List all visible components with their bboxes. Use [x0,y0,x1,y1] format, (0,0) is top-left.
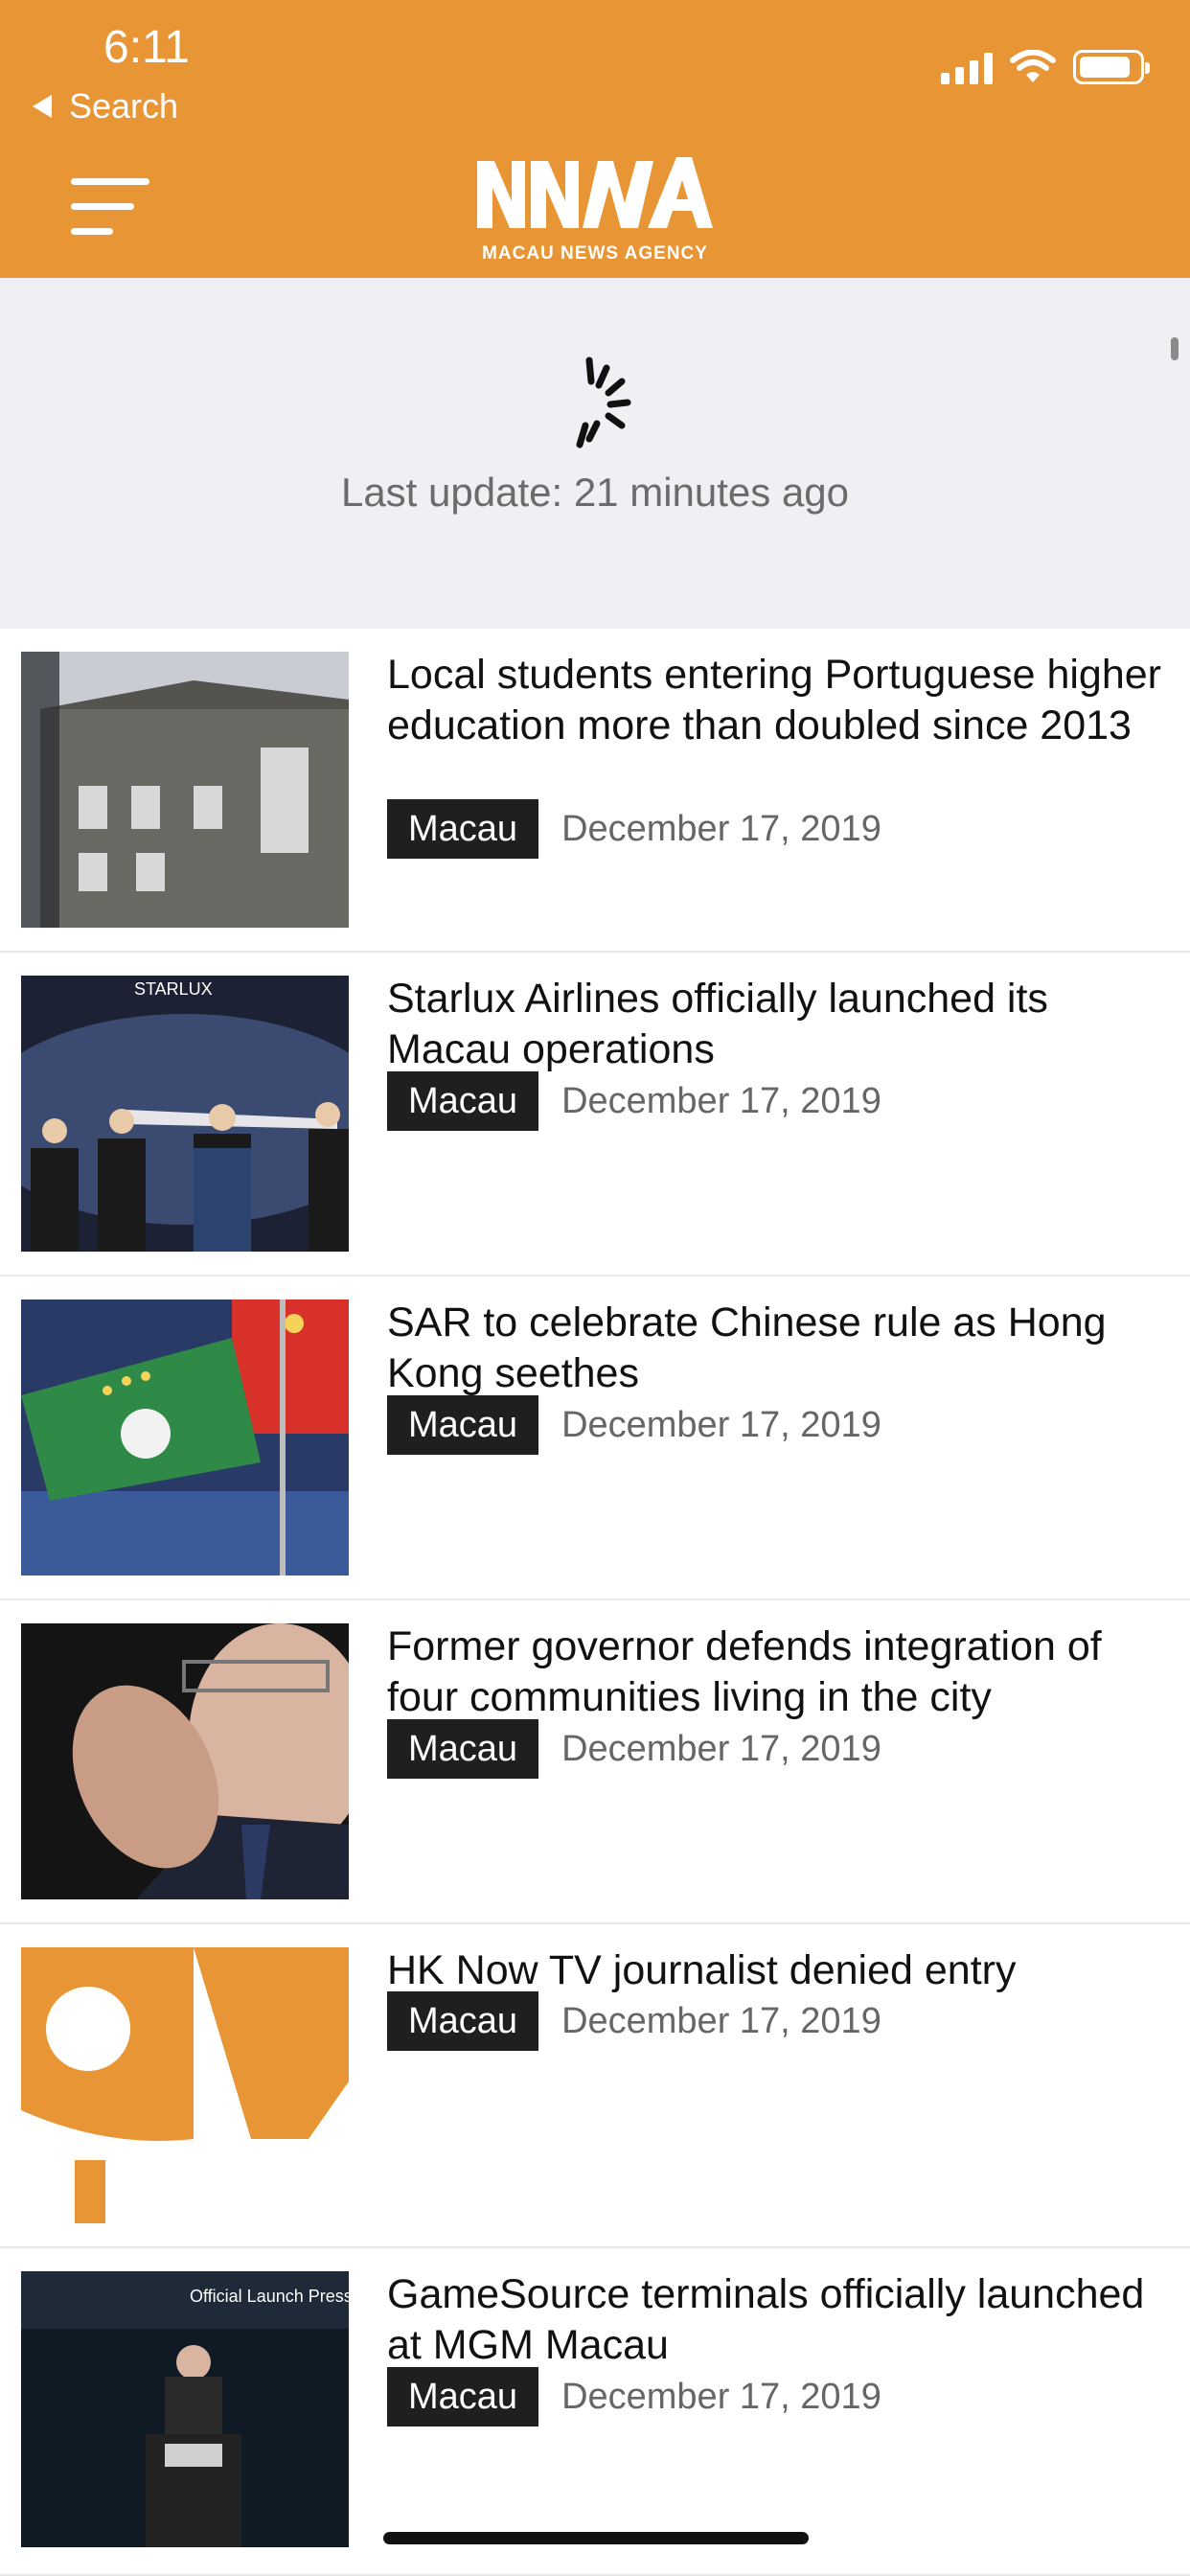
category-badge[interactable]: Macau [387,2367,539,2426]
launch-event-thumbnail: Official Launch Press [21,2271,349,2547]
back-label: Search [69,86,179,126]
historic-building-thumbnail [21,652,349,928]
article-date: December 17, 2019 [561,1080,881,1121]
article-row[interactable]: SAR to celebrate Chinese rule as Hong Ko… [0,1276,1190,1600]
article-date: December 17, 2019 [561,2000,881,2041]
starlux-launch-thumbnail: STARLUX [21,976,349,1252]
battery-icon [1073,50,1150,84]
status-icons [941,50,1150,84]
pull-to-refresh-area: Last update: 21 minutes ago [0,278,1190,629]
article-date: December 17, 2019 [561,1728,881,1769]
app-header: 6:11 Search MACAU NEWS AGENCY [0,0,1190,278]
logo-tagline: MACAU NEWS AGENCY [482,243,708,264]
article-title[interactable]: GameSource terminals officially launched… [387,2269,1163,2371]
last-update-text: Last update: 21 minutes ago [340,470,850,515]
orange-logo-thumbnail [21,1947,349,2223]
article-row[interactable]: HK Now TV journalist denied entry Macau … [0,1924,1190,2248]
article-title[interactable]: Starlux Airlines officially launched its… [387,974,1163,1075]
category-badge[interactable]: Macau [387,1719,539,1779]
article-list: Local students entering Portuguese highe… [0,629,1190,2576]
article-row[interactable]: Local students entering Portuguese highe… [0,629,1190,953]
article-date: December 17, 2019 [561,1404,881,1445]
article-title[interactable]: SAR to celebrate Chinese rule as Hong Ko… [387,1298,1163,1399]
category-badge[interactable]: Macau [387,1395,539,1455]
image-caption: Official Launch Press [190,2287,349,2306]
article-row[interactable]: Former governor defends integration of f… [0,1600,1190,1924]
article-meta: Macau December 17, 2019 [387,1991,881,2051]
article-meta: Macau December 17, 2019 [387,2367,881,2426]
category-badge[interactable]: Macau [387,1071,539,1131]
category-badge[interactable]: Macau [387,1991,539,2051]
article-title[interactable]: HK Now TV journalist denied entry [387,1945,1163,1996]
article-date: December 17, 2019 [561,2376,881,2417]
article-row[interactable]: STARLUX Starlux Airlines officially laun… [0,953,1190,1276]
back-arrow-icon [33,95,52,118]
back-to-search-button[interactable]: Search [33,86,178,126]
status-time: 6:11 [103,22,190,73]
article-meta: Macau December 17, 2019 [387,1395,881,1455]
wifi-icon [1010,50,1056,82]
category-badge[interactable]: Macau [387,799,539,859]
article-date: December 17, 2019 [561,808,881,849]
article-title[interactable]: Former governor defends integration of f… [387,1622,1163,1723]
hamburger-menu-icon[interactable] [71,176,151,238]
article-row[interactable]: Official Launch Press GameSource termina… [0,2248,1190,2576]
cellular-signal-icon [941,52,993,84]
loading-spinner-icon [576,356,631,448]
article-meta: Macau December 17, 2019 [387,1719,881,1779]
scrollbar[interactable] [1171,337,1179,360]
governor-portrait-thumbnail [21,1623,349,1899]
flags-thumbnail [21,1300,349,1576]
article-title[interactable]: Local students entering Portuguese highe… [387,650,1163,751]
article-meta: Macau December 17, 2019 [387,1071,881,1131]
article-meta: Macau December 17, 2019 [387,799,881,859]
image-caption: STARLUX [134,979,213,999]
home-indicator[interactable] [383,2532,809,2544]
